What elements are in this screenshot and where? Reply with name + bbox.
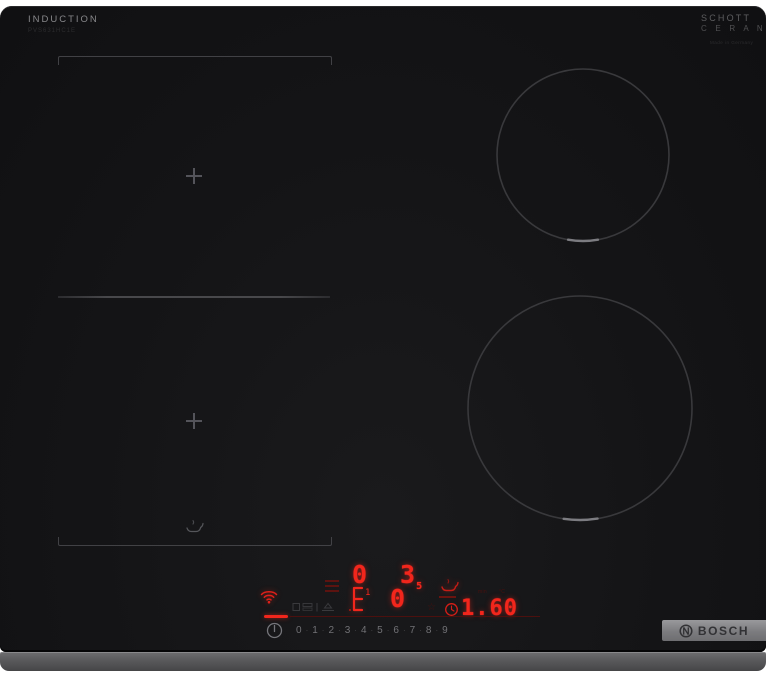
level-separator: · bbox=[419, 626, 422, 635]
front-edge-trim bbox=[0, 652, 766, 671]
flex-zone-indicator: 1 bbox=[349, 586, 370, 612]
power-level-key-2[interactable]: 2 bbox=[328, 625, 334, 636]
glass-brand-ceran: C E R A N bbox=[701, 24, 766, 33]
level-separator: · bbox=[435, 626, 439, 635]
slider-active-segment[interactable] bbox=[264, 615, 288, 618]
level-separator: · bbox=[354, 626, 357, 635]
level-separator: · bbox=[370, 626, 374, 635]
pause-icon[interactable] bbox=[292, 603, 300, 611]
back-right-cooking-zone bbox=[495, 67, 671, 243]
bosch-logo-text: BOSCH bbox=[697, 623, 750, 638]
timer-unit-temp: °C bbox=[499, 589, 506, 595]
power-key[interactable] bbox=[266, 622, 283, 639]
induction-label: INDUCTION bbox=[28, 14, 99, 25]
frying-sensor-pan-icon bbox=[186, 520, 204, 533]
back-zone-center-mark bbox=[186, 168, 202, 184]
front-zone-level-display: 0 bbox=[390, 584, 406, 613]
power-level-key-9[interactable]: 9 bbox=[442, 625, 448, 636]
power-level-key-3[interactable]: 3 bbox=[345, 625, 351, 636]
power-level-key-1[interactable]: 1 bbox=[312, 625, 318, 636]
glass-brand-schott: SCHOTT bbox=[701, 13, 752, 23]
front-zone-center-mark bbox=[186, 413, 202, 429]
hood-control-icon[interactable] bbox=[322, 602, 334, 611]
level-separator: · bbox=[402, 626, 406, 635]
level-separator: · bbox=[386, 626, 390, 635]
timer-unit-min: min bbox=[478, 589, 487, 595]
frying-sensor-indicator-icon bbox=[441, 579, 459, 592]
bosch-logo-strip: BOSCH bbox=[662, 620, 766, 641]
power-level-row[interactable]: 0 · 1 · 2 · 3 · 4 · 5 · 6 · 7 · 8 · 9 bbox=[296, 625, 496, 636]
power-level-key-8[interactable]: 8 bbox=[426, 625, 432, 636]
level-separator: · bbox=[338, 626, 341, 635]
power-level-key-7[interactable]: 7 bbox=[410, 625, 416, 636]
cooktop: INDUCTION PVS631HC1E SCHOTT C E R A N Ma… bbox=[0, 0, 766, 675]
sensor-underline bbox=[439, 596, 456, 598]
flex-zone-divider bbox=[58, 296, 330, 298]
power-level-fraction: 5 bbox=[416, 581, 423, 592]
flex-indicator-superscript: 1 bbox=[365, 588, 370, 598]
flex-zone-top-bracket bbox=[58, 56, 332, 65]
wifi-icon[interactable] bbox=[260, 588, 278, 604]
level-separator: · bbox=[321, 626, 325, 635]
move-mode-indicator bbox=[325, 580, 339, 595]
level-separator: · bbox=[305, 626, 309, 635]
favourite-icon[interactable]: ☆ bbox=[427, 603, 436, 613]
model-number: PVS631HC1E bbox=[28, 28, 77, 34]
power-level-key-5[interactable]: 5 bbox=[377, 625, 383, 636]
slider-track[interactable] bbox=[290, 616, 540, 618]
flex-zone-bottom-bracket bbox=[58, 537, 332, 546]
front-right-cooking-zone bbox=[466, 294, 694, 522]
power-level-key-4[interactable]: 4 bbox=[361, 625, 367, 636]
function-key-cluster bbox=[292, 602, 334, 612]
glass-fineprint: Made in Germany bbox=[710, 40, 754, 45]
power-level-key-0[interactable]: 0 bbox=[296, 625, 302, 636]
timer-clock-icon[interactable] bbox=[444, 602, 459, 617]
power-level-key-6[interactable]: 6 bbox=[393, 625, 399, 636]
bosch-symbol-icon bbox=[679, 623, 693, 638]
restart-icon[interactable] bbox=[302, 603, 313, 611]
